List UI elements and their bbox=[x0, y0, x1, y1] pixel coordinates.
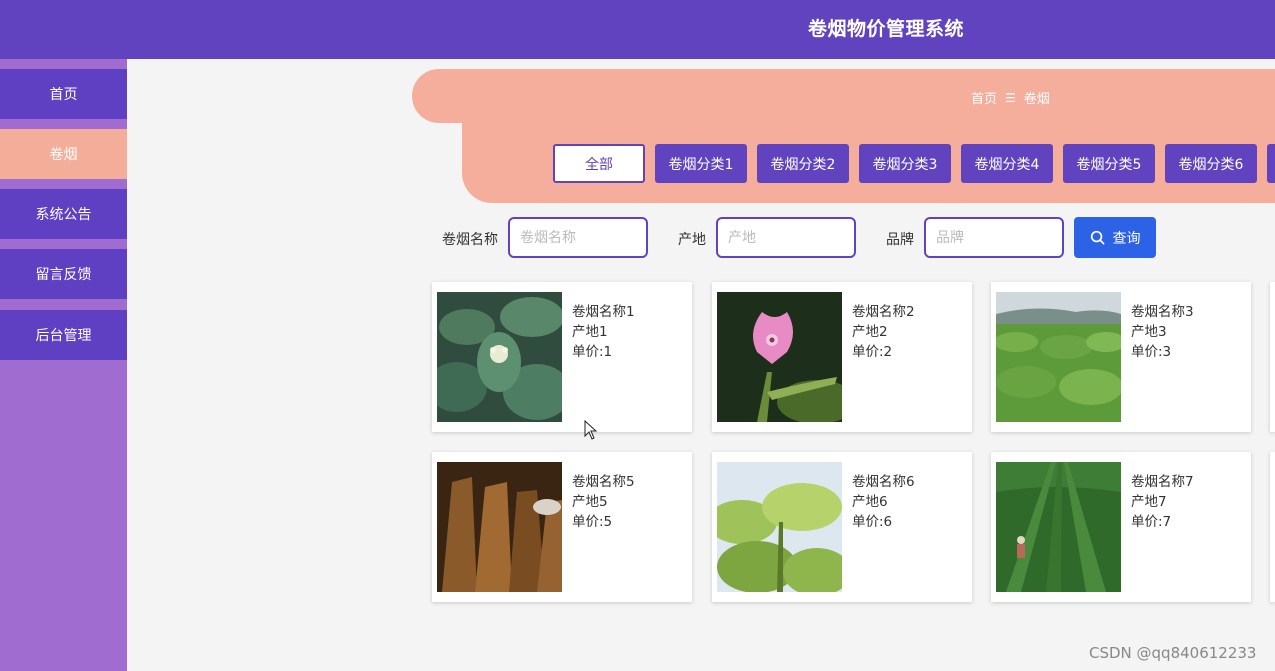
product-image[interactable] bbox=[717, 462, 842, 592]
category-3-button[interactable]: 卷烟分类3 bbox=[859, 144, 951, 183]
product-image[interactable] bbox=[996, 462, 1121, 592]
brand-filter-label: 品牌 bbox=[886, 232, 914, 248]
name-filter-label: 卷烟名称 bbox=[442, 232, 498, 248]
product-name: 卷烟名称6 bbox=[852, 474, 915, 490]
origin-filter-label: 产地 bbox=[678, 232, 706, 248]
category-1-button[interactable]: 卷烟分类1 bbox=[655, 144, 747, 183]
product-name: 卷烟名称7 bbox=[1131, 474, 1194, 490]
category-more-button[interactable] bbox=[1267, 144, 1275, 183]
sidebar-item-cigarettes[interactable]: 卷烟 bbox=[0, 129, 127, 179]
app-title: 卷烟物价管理系统 bbox=[808, 18, 965, 40]
product-image[interactable] bbox=[437, 292, 562, 422]
product-card-partial[interactable] bbox=[1270, 452, 1275, 602]
product-image[interactable] bbox=[717, 292, 842, 422]
product-card[interactable]: 卷烟名称7 产地7 单价:7 bbox=[991, 452, 1251, 602]
category-all-button[interactable]: 全部 bbox=[553, 144, 645, 183]
sidebar: 首页 卷烟 系统公告 留言反馈 后台管理 bbox=[0, 59, 127, 671]
product-origin: 产地7 bbox=[1131, 494, 1167, 510]
product-price: 单价:2 bbox=[852, 344, 893, 360]
product-price: 单价:6 bbox=[852, 514, 893, 530]
product-info: 卷烟名称6 产地6 单价:6 bbox=[852, 472, 915, 532]
product-info: 卷烟名称2 产地2 单价:2 bbox=[852, 302, 915, 362]
category-4-button[interactable]: 卷烟分类4 bbox=[961, 144, 1053, 183]
category-5-button[interactable]: 卷烟分类5 bbox=[1063, 144, 1155, 183]
origin-filter-input[interactable] bbox=[716, 217, 856, 258]
product-card[interactable]: 卷烟名称1 产地1 单价:1 bbox=[432, 282, 692, 432]
watermark: CSDN @qq840612233 bbox=[1089, 644, 1257, 662]
brand-filter-input[interactable] bbox=[924, 217, 1064, 258]
category-6-button[interactable]: 卷烟分类6 bbox=[1165, 144, 1257, 183]
product-card[interactable]: 卷烟名称3 产地3 单价:3 bbox=[991, 282, 1251, 432]
product-card[interactable]: 卷烟名称6 产地6 单价:6 bbox=[712, 452, 972, 602]
breadcrumb-home[interactable]: 首页 bbox=[971, 88, 997, 107]
product-origin: 产地3 bbox=[1131, 324, 1167, 340]
product-info: 卷烟名称7 产地7 单价:7 bbox=[1131, 472, 1194, 532]
breadcrumb-current: 卷烟 bbox=[1023, 92, 1050, 107]
product-origin: 产地1 bbox=[572, 324, 608, 340]
name-filter-input[interactable] bbox=[508, 217, 648, 258]
category-2-button[interactable]: 卷烟分类2 bbox=[757, 144, 849, 183]
product-info: 卷烟名称1 产地1 单价:1 bbox=[572, 302, 635, 362]
sidebar-item-announcements[interactable]: 系统公告 bbox=[0, 189, 127, 239]
query-button-label: 查询 bbox=[1112, 230, 1141, 247]
product-origin: 产地5 bbox=[572, 494, 608, 510]
product-price: 单价:5 bbox=[572, 514, 613, 530]
product-image[interactable] bbox=[437, 462, 562, 592]
breadcrumb: 首页 ☰ 卷烟 bbox=[971, 88, 1050, 108]
sidebar-item-admin[interactable]: 后台管理 bbox=[0, 310, 127, 360]
product-card[interactable]: 卷烟名称5 产地5 单价:5 bbox=[432, 452, 692, 602]
product-info: 卷烟名称5 产地5 单价:5 bbox=[572, 472, 635, 532]
product-name: 卷烟名称1 bbox=[572, 304, 635, 320]
breadcrumb-separator-icon: ☰ bbox=[1005, 90, 1016, 105]
product-card-partial[interactable] bbox=[1270, 282, 1275, 432]
product-price: 单价:1 bbox=[572, 344, 613, 360]
sidebar-item-home[interactable]: 首页 bbox=[0, 69, 127, 119]
search-icon bbox=[1090, 230, 1104, 245]
product-info: 卷烟名称3 产地3 单价:3 bbox=[1131, 302, 1194, 362]
product-name: 卷烟名称5 bbox=[572, 474, 635, 490]
product-name: 卷烟名称2 bbox=[852, 304, 915, 320]
mouse-cursor-icon bbox=[584, 420, 598, 440]
product-image[interactable] bbox=[996, 292, 1121, 422]
product-price: 单价:7 bbox=[1131, 514, 1172, 530]
product-price: 单价:3 bbox=[1131, 344, 1172, 360]
query-button[interactable]: 查询 bbox=[1074, 217, 1156, 258]
product-origin: 产地6 bbox=[852, 494, 888, 510]
sidebar-item-feedback[interactable]: 留言反馈 bbox=[0, 249, 127, 299]
product-origin: 产地2 bbox=[852, 324, 888, 340]
top-bar: 卷烟物价管理系统 bbox=[0, 0, 1275, 59]
product-card[interactable]: 卷烟名称2 产地2 单价:2 bbox=[712, 282, 972, 432]
product-name: 卷烟名称3 bbox=[1131, 304, 1194, 320]
